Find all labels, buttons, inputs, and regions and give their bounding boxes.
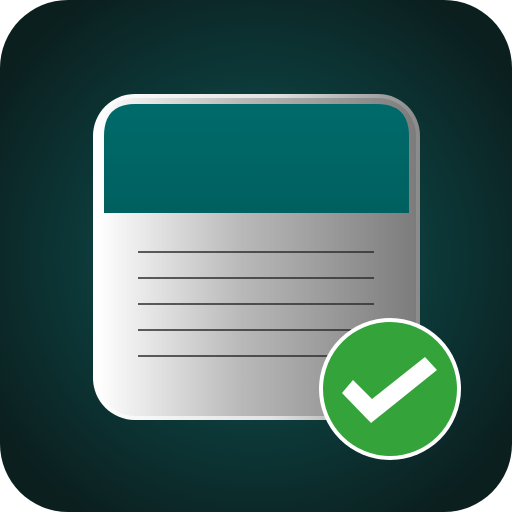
app-icon[interactable] bbox=[0, 0, 512, 512]
check-badge bbox=[319, 318, 461, 460]
notepad-header bbox=[104, 104, 409, 213]
app-icon-graphic bbox=[0, 0, 512, 512]
